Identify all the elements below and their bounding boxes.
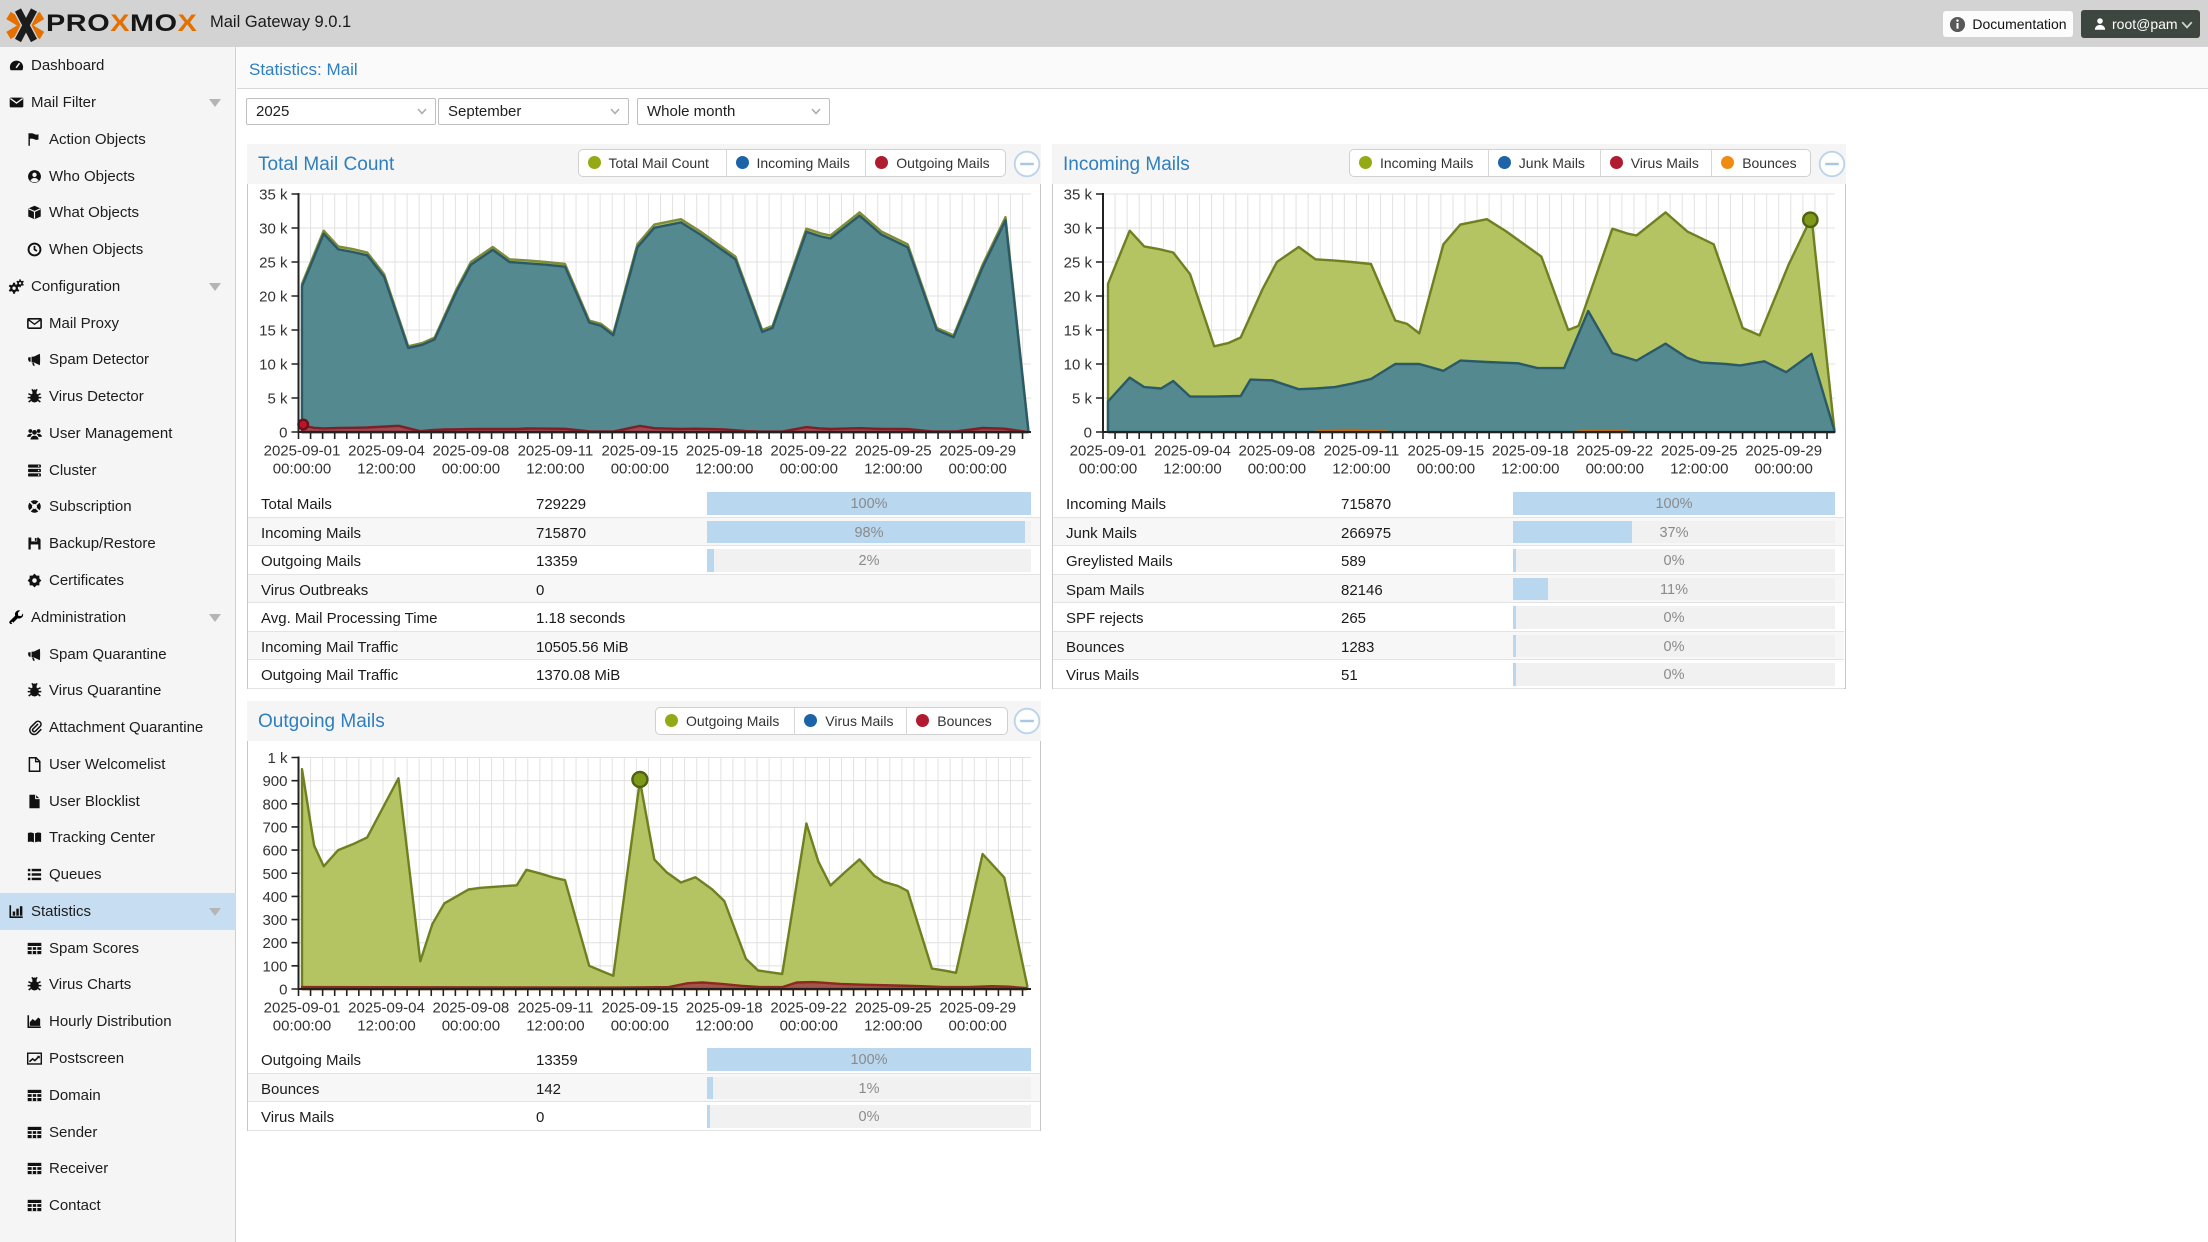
svg-text:2025-09-15: 2025-09-15 <box>602 443 679 460</box>
svg-text:00:00:00: 00:00:00 <box>442 461 500 478</box>
svg-text:12:00:00: 12:00:00 <box>526 1018 584 1035</box>
svg-text:2025-09-15: 2025-09-15 <box>602 1000 679 1017</box>
svg-text:700: 700 <box>262 820 287 837</box>
svg-text:2025-09-01: 2025-09-01 <box>264 1000 341 1017</box>
svg-text:00:00:00: 00:00:00 <box>780 1018 838 1035</box>
svg-text:900: 900 <box>262 773 287 790</box>
svg-text:10 k: 10 k <box>259 357 288 374</box>
svg-text:00:00:00: 00:00:00 <box>611 461 669 478</box>
svg-text:2025-09-11: 2025-09-11 <box>518 443 594 460</box>
svg-text:2025-09-29: 2025-09-29 <box>1745 443 1822 460</box>
svg-text:00:00:00: 00:00:00 <box>949 1018 1007 1035</box>
svg-text:400: 400 <box>262 889 287 906</box>
svg-text:30 k: 30 k <box>259 221 288 238</box>
svg-text:00:00:00: 00:00:00 <box>611 1018 669 1035</box>
svg-text:12:00:00: 12:00:00 <box>1332 461 1390 478</box>
svg-text:2025-09-08: 2025-09-08 <box>433 443 510 460</box>
svg-text:12:00:00: 12:00:00 <box>357 461 415 478</box>
svg-text:12:00:00: 12:00:00 <box>526 461 584 478</box>
svg-text:00:00:00: 00:00:00 <box>1248 461 1306 478</box>
svg-text:2025-09-04: 2025-09-04 <box>348 1000 425 1017</box>
svg-text:2025-09-25: 2025-09-25 <box>855 443 932 460</box>
svg-text:12:00:00: 12:00:00 <box>695 1018 753 1035</box>
svg-text:00:00:00: 00:00:00 <box>1755 461 1813 478</box>
svg-text:2025-09-22: 2025-09-22 <box>1576 443 1653 460</box>
svg-text:2025-09-25: 2025-09-25 <box>1661 443 1738 460</box>
svg-text:15 k: 15 k <box>1064 323 1093 340</box>
svg-text:00:00:00: 00:00:00 <box>949 461 1007 478</box>
svg-text:2025-09-18: 2025-09-18 <box>686 443 763 460</box>
svg-text:00:00:00: 00:00:00 <box>1079 461 1137 478</box>
svg-text:12:00:00: 12:00:00 <box>1501 461 1559 478</box>
svg-text:00:00:00: 00:00:00 <box>442 1018 500 1035</box>
svg-text:2025-09-04: 2025-09-04 <box>348 443 425 460</box>
svg-text:2025-09-22: 2025-09-22 <box>770 443 847 460</box>
svg-text:10 k: 10 k <box>1064 357 1093 374</box>
svg-text:500: 500 <box>262 866 287 883</box>
svg-text:2025-09-04: 2025-09-04 <box>1154 443 1231 460</box>
svg-text:15 k: 15 k <box>259 323 288 340</box>
svg-text:2025-09-29: 2025-09-29 <box>939 1000 1016 1017</box>
svg-text:20 k: 20 k <box>1064 289 1093 306</box>
svg-text:2025-09-11: 2025-09-11 <box>1324 443 1400 460</box>
svg-text:30 k: 30 k <box>1064 221 1093 238</box>
svg-text:0: 0 <box>279 982 287 999</box>
svg-text:2025-09-08: 2025-09-08 <box>1239 443 1316 460</box>
svg-text:12:00:00: 12:00:00 <box>695 461 753 478</box>
svg-text:5 k: 5 k <box>267 391 288 408</box>
svg-text:12:00:00: 12:00:00 <box>864 461 922 478</box>
svg-text:0: 0 <box>279 425 287 442</box>
svg-text:2025-09-01: 2025-09-01 <box>1070 443 1147 460</box>
svg-text:00:00:00: 00:00:00 <box>1417 461 1475 478</box>
svg-text:2025-09-11: 2025-09-11 <box>518 1000 594 1017</box>
svg-text:00:00:00: 00:00:00 <box>1586 461 1644 478</box>
svg-text:1 k: 1 k <box>267 750 288 767</box>
svg-text:2025-09-18: 2025-09-18 <box>686 1000 763 1017</box>
svg-text:600: 600 <box>262 843 287 860</box>
svg-text:2025-09-08: 2025-09-08 <box>433 1000 510 1017</box>
svg-text:35 k: 35 k <box>1064 187 1093 204</box>
svg-text:12:00:00: 12:00:00 <box>1163 461 1221 478</box>
svg-text:00:00:00: 00:00:00 <box>780 461 838 478</box>
svg-text:20 k: 20 k <box>259 289 288 306</box>
svg-text:200: 200 <box>262 935 287 952</box>
svg-text:00:00:00: 00:00:00 <box>273 1018 331 1035</box>
svg-text:2025-09-29: 2025-09-29 <box>939 443 1016 460</box>
svg-text:12:00:00: 12:00:00 <box>357 1018 415 1035</box>
svg-text:25 k: 25 k <box>259 255 288 272</box>
svg-text:2025-09-15: 2025-09-15 <box>1408 443 1485 460</box>
svg-text:12:00:00: 12:00:00 <box>864 1018 922 1035</box>
svg-text:2025-09-22: 2025-09-22 <box>770 1000 847 1017</box>
svg-text:35 k: 35 k <box>259 187 288 204</box>
svg-text:2025-09-25: 2025-09-25 <box>855 1000 932 1017</box>
svg-text:00:00:00: 00:00:00 <box>273 461 331 478</box>
svg-text:2025-09-18: 2025-09-18 <box>1492 443 1569 460</box>
svg-text:25 k: 25 k <box>1064 255 1093 272</box>
svg-text:12:00:00: 12:00:00 <box>1670 461 1728 478</box>
svg-text:300: 300 <box>262 912 287 929</box>
svg-text:800: 800 <box>262 796 287 813</box>
svg-text:0: 0 <box>1084 425 1092 442</box>
svg-text:2025-09-01: 2025-09-01 <box>264 443 341 460</box>
svg-text:100: 100 <box>262 958 287 975</box>
svg-text:5 k: 5 k <box>1072 391 1093 408</box>
